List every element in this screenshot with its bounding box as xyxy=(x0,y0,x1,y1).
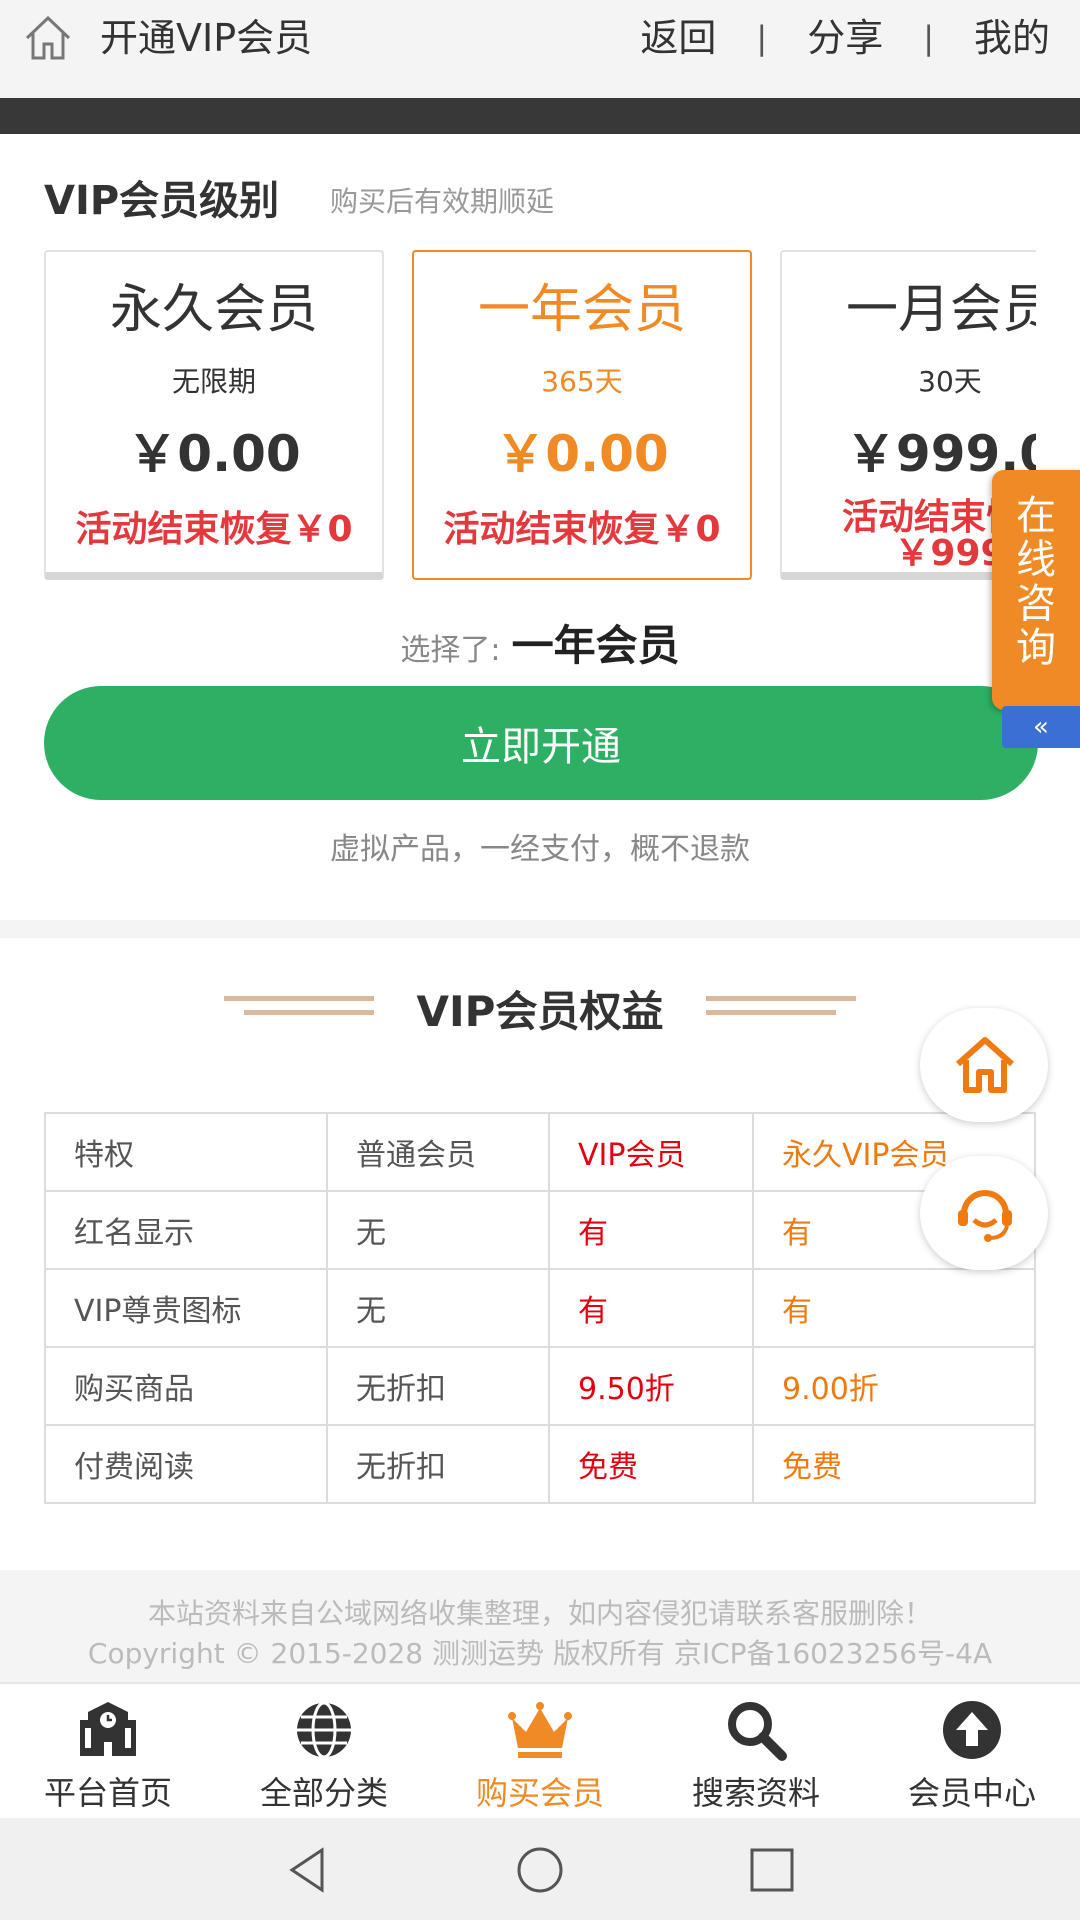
header-cell: VIP会员 xyxy=(548,1112,754,1192)
globe-icon xyxy=(297,1701,351,1759)
table-row: VIP尊贵图标 无 有 有 xyxy=(44,1268,1036,1348)
card-name: 永久会员 xyxy=(109,280,318,340)
table-row: 购买商品 无折扣 9.50折 9.00折 xyxy=(44,1346,1036,1426)
consult-char: 在 xyxy=(1016,493,1056,539)
table-cell: 购买商品 xyxy=(44,1346,328,1426)
headset-icon xyxy=(958,1190,1012,1242)
nav-item-home[interactable]: 平台首页 xyxy=(0,1684,216,1818)
card-price: ￥0.00 xyxy=(127,425,301,483)
crown-icon xyxy=(508,1702,572,1758)
footer-copyright: Copyright © 2015-2028 测测运势 版权所有 京ICP备160… xyxy=(87,1637,993,1670)
card-permanent[interactable]: 永久会员 无限期 ￥0.00 活动结束恢复￥0 xyxy=(44,250,384,580)
table-cell: 免费 xyxy=(548,1424,754,1504)
card-restore-price: 活动结束恢复￥0 xyxy=(443,509,721,550)
nav-item-search[interactable]: 搜索资料 xyxy=(648,1684,864,1818)
card-duration: 365天 xyxy=(541,365,623,398)
section-title: VIP会员级别 xyxy=(44,178,280,224)
membership-cards: 永久会员 无限期 ￥0.00 活动结束恢复￥0 一年会员 365天 ￥0.00 … xyxy=(44,250,1036,590)
nav-item-categories[interactable]: 全部分类 xyxy=(216,1684,432,1818)
vip-benefits-section: VIP会员权益 特权 普通会员 VIP会员 永久VIP会员 红名显示 无 有 有… xyxy=(0,938,1080,1570)
page-title: 开通VIP会员 xyxy=(100,16,313,60)
vip-level-section: VIP会员级别 购买后有效期顺延 永久会员 无限期 ￥0.00 活动结束恢复￥0… xyxy=(0,134,1080,920)
top-bar: 开通VIP会员 返回 | 分享 | 我的 xyxy=(0,0,1080,98)
upload-circle-icon xyxy=(943,1701,1001,1759)
header-cell: 特权 xyxy=(44,1112,328,1192)
card-duration: 30天 xyxy=(918,365,982,398)
table-cell: 无折扣 xyxy=(326,1346,550,1426)
table-cell: VIP尊贵图标 xyxy=(44,1268,328,1348)
table-row: 付费阅读 无折扣 免费 免费 xyxy=(44,1424,1036,1504)
search-icon xyxy=(728,1702,787,1761)
benefits-title: VIP会员权益 xyxy=(416,987,664,1036)
card-duration: 无限期 xyxy=(171,365,256,398)
home-circle-icon[interactable] xyxy=(514,1844,566,1896)
card-restore-amount: ￥999 xyxy=(894,533,1006,574)
home-icon[interactable] xyxy=(22,12,74,64)
online-consult-tab[interactable]: 在 线 咨 询 xyxy=(992,470,1080,710)
table-row: 红名显示 无 有 有 xyxy=(44,1190,1036,1270)
table-cell: 9.00折 xyxy=(752,1346,1036,1426)
card-name: 一月会员 xyxy=(845,280,1036,340)
consult-char: 线 xyxy=(1016,537,1056,583)
bottom-nav: 平台首页 全部分类 购买会员 搜索资料 会员中心 xyxy=(0,1682,1080,1818)
back-triangle-icon[interactable] xyxy=(282,1844,334,1896)
table-cell: 有 xyxy=(752,1268,1036,1348)
nav-label: 购买会员 xyxy=(475,1774,604,1812)
footer-disclaimer: 本站资料来自公域网络收集整理，如内容侵犯请联系客服删除！ xyxy=(147,1597,932,1630)
home-icon xyxy=(956,1037,1014,1093)
collapse-button[interactable]: « xyxy=(1002,706,1080,748)
selected-plan: 选择了: 一年会员 xyxy=(0,612,1080,673)
nav-label: 搜索资料 xyxy=(691,1774,820,1812)
separator: | xyxy=(756,19,768,57)
selected-value: 一年会员 xyxy=(511,621,680,670)
card-one-year[interactable]: 一年会员 365天 ￥0.00 活动结束恢复￥0 xyxy=(412,250,752,580)
nav-item-member-center[interactable]: 会员中心 xyxy=(864,1684,1080,1818)
table-cell: 无 xyxy=(326,1268,550,1348)
table-cell: 付费阅读 xyxy=(44,1424,328,1504)
dark-divider-bar xyxy=(0,98,1080,134)
section-subtitle: 购买后有效期顺延 xyxy=(330,185,555,218)
consult-char: 咨 xyxy=(1016,581,1056,627)
card-restore-price: 活动结束恢复￥0 xyxy=(75,509,353,550)
nav-label: 全部分类 xyxy=(259,1774,388,1812)
back-link[interactable]: 返回 xyxy=(640,14,716,62)
table-cell: 有 xyxy=(548,1268,754,1348)
table-header-row: 特权 普通会员 VIP会员 永久VIP会员 xyxy=(44,1112,1036,1192)
selected-label: 选择了: xyxy=(400,633,501,668)
separator: | xyxy=(923,19,934,57)
header-links: 返回 | 分享 | 我的 xyxy=(640,14,1050,62)
nav-label: 会员中心 xyxy=(907,1774,1036,1812)
footer: 本站资料来自公域网络收集整理，如内容侵犯请联系客服删除！ Copyright ©… xyxy=(0,1570,1080,1682)
float-service-button[interactable] xyxy=(920,1156,1048,1270)
consult-char: 询 xyxy=(1016,625,1056,671)
open-now-button[interactable]: 立即开通 xyxy=(44,686,1038,800)
privileges-table: 特权 普通会员 VIP会员 永久VIP会员 红名显示 无 有 有 VIP尊贵图标… xyxy=(44,1112,1036,1504)
table-cell: 红名显示 xyxy=(44,1190,328,1270)
table-cell: 无 xyxy=(326,1190,550,1270)
card-price: ￥0.00 xyxy=(495,425,669,483)
system-nav-bar xyxy=(0,1818,1080,1920)
nav-label: 平台首页 xyxy=(43,1774,172,1812)
table-cell: 免费 xyxy=(752,1424,1036,1504)
header-cell: 普通会员 xyxy=(326,1112,550,1192)
refund-note: 虚拟产品，一经支付，概不退款 xyxy=(330,832,750,867)
title-decoration-right xyxy=(706,996,856,1015)
recents-square-icon[interactable] xyxy=(746,1844,798,1896)
float-home-button[interactable] xyxy=(920,1008,1048,1122)
table-cell: 有 xyxy=(548,1190,754,1270)
nav-item-buy-vip[interactable]: 购买会员 xyxy=(432,1684,648,1818)
school-icon xyxy=(80,1702,136,1756)
card-name: 一年会员 xyxy=(477,280,686,340)
table-cell: 9.50折 xyxy=(548,1346,754,1426)
table-cell: 无折扣 xyxy=(326,1424,550,1504)
my-link[interactable]: 我的 xyxy=(974,14,1050,62)
share-link[interactable]: 分享 xyxy=(807,14,883,62)
